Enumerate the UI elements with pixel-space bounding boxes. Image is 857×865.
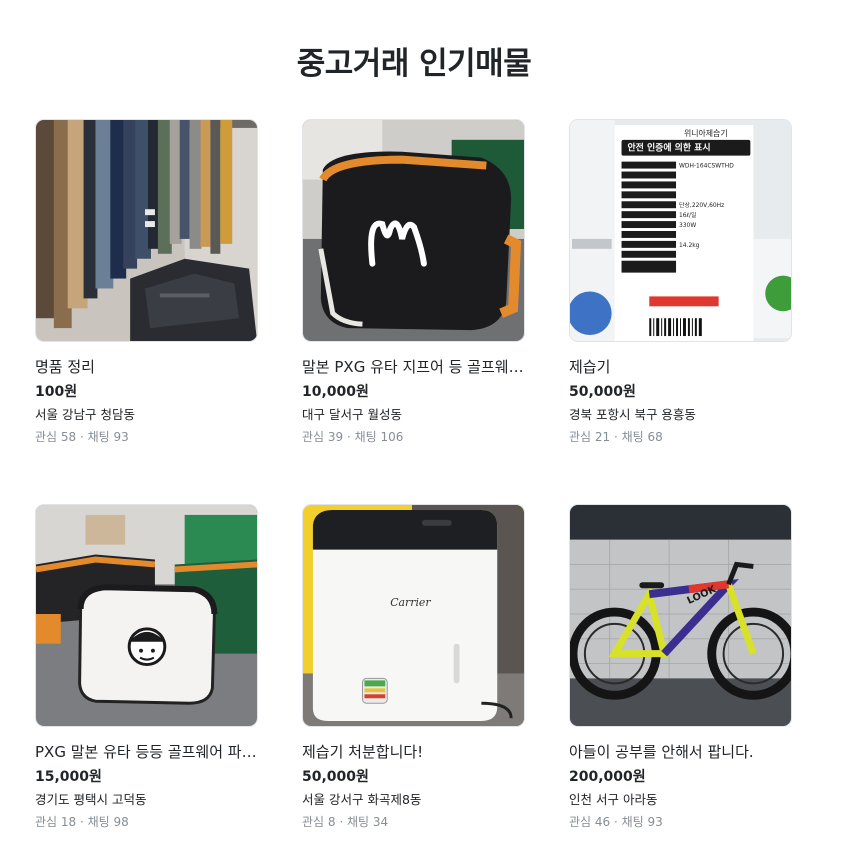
article-card[interactable]: LOOK 아들이 공부를 안해서 팝니다. 200,000원 인천 서구 아라동…	[569, 504, 792, 832]
article-card[interactable]: 명품 정리 100원 서울 강남구 청담동 관심 58 · 채팅 93	[35, 119, 258, 447]
article-photo[interactable]	[35, 119, 258, 342]
article-counts: 관심 39 · 채팅 106	[302, 430, 404, 444]
article-photo[interactable]	[302, 119, 525, 342]
article-region: 서울 강남구 청담동	[35, 407, 135, 422]
article-price: 50,000원	[569, 384, 636, 400]
article-counts: 관심 21 · 채팅 68	[569, 430, 663, 444]
article-photo[interactable]: 위니아제습기 안전 인증에 의한 표시 WDH-164CSWTHD 단상,220…	[569, 119, 792, 342]
article-photo[interactable]: Carrier	[302, 504, 525, 727]
label-heading-text: 안전 인증에 의한 표시	[627, 142, 710, 154]
article-counts: 관심 8 · 채팅 34	[302, 815, 389, 829]
article-photo[interactable]: LOOK	[569, 504, 792, 727]
page-title: 중고거래 인기매물	[296, 46, 532, 82]
article-counts: 관심 58 · 채팅 93	[35, 430, 129, 444]
article-price: 200,000원	[569, 769, 646, 785]
article-photo[interactable]	[35, 504, 258, 727]
article-price: 15,000원	[35, 769, 102, 785]
article-region: 경북 포항시 북구 용흥동	[569, 407, 696, 422]
article-card[interactable]: 위니아제습기 안전 인증에 의한 표시 WDH-164CSWTHD 단상,220…	[569, 119, 792, 447]
label-power-text: 330W	[679, 222, 696, 229]
article-card[interactable]: 말본 PXG 유타 지프어 등 골프웨어 파우치 10,000원 대구 달서구 …	[302, 119, 525, 447]
article-title[interactable]: 제습기	[569, 356, 792, 378]
article-card[interactable]: Carrier 제습기 처분합니다! 50,000원 서울 강서구 화곡제8동 …	[302, 504, 525, 832]
article-region: 경기도 평택시 고덕동	[35, 792, 147, 807]
article-price: 50,000원	[302, 769, 369, 785]
label-brand-text: 위니아제습기	[684, 128, 728, 138]
article-title[interactable]: 말본 PXG 유타 지프어 등 골프웨어 파우치	[302, 356, 525, 378]
label-voltage-text: 단상,220V,60Hz	[679, 201, 724, 209]
carrier-logo-text: Carrier	[390, 596, 431, 609]
article-counts: 관심 18 · 채팅 98	[35, 815, 129, 829]
article-card[interactable]: PXG 말본 유타 등등 골프웨어 파우치 15,000원 경기도 평택시 고덕…	[35, 504, 258, 832]
article-region: 서울 강서구 화곡제8동	[302, 792, 422, 807]
article-counts: 관심 46 · 채팅 93	[569, 815, 663, 829]
article-title[interactable]: 제습기 처분합니다!	[302, 741, 525, 763]
article-price: 100원	[35, 384, 78, 400]
article-title[interactable]: 명품 정리	[35, 356, 258, 378]
article-region: 인천 서구 아라동	[569, 792, 658, 807]
article-price: 10,000원	[302, 384, 369, 400]
label-capacity-text: 16ℓ/일	[679, 211, 696, 219]
label-model-text: WDH-164CSWTHD	[679, 163, 734, 170]
article-region: 대구 달서구 월성동	[302, 407, 402, 422]
article-title[interactable]: PXG 말본 유타 등등 골프웨어 파우치	[35, 741, 258, 763]
label-weight-text: 14.2kg	[679, 242, 700, 249]
article-title[interactable]: 아들이 공부를 안해서 팝니다.	[569, 741, 792, 763]
